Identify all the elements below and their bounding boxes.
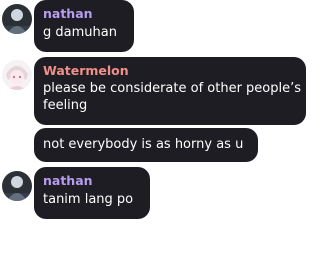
- user-avatar-watermelon[interactable]: [2, 60, 32, 90]
- message-text-line: feeling: [43, 98, 88, 113]
- message-bubble: not everybody is as horny as u: [34, 128, 258, 162]
- user-avatar-nathan[interactable]: [2, 171, 32, 201]
- message-bubble: Watermelon please be considerate of othe…: [34, 57, 306, 125]
- message-text: tanim lang po: [43, 192, 134, 207]
- message-text: g damuhan: [43, 25, 117, 40]
- author-name[interactable]: nathan: [43, 173, 141, 188]
- chat-log: nathan g damuhan Watermelon please be co…: [0, 0, 320, 268]
- message-text: not everybody is as horny as u: [43, 137, 244, 152]
- author-name[interactable]: nathan: [43, 6, 125, 21]
- author-name[interactable]: Watermelon: [43, 63, 297, 78]
- message-bubble: nathan g damuhan: [34, 0, 134, 52]
- watermelon-avatar-icon: [2, 60, 32, 90]
- message-bubble: nathan tanim lang po: [34, 167, 150, 219]
- nathan-avatar-icon: [2, 4, 32, 34]
- user-avatar-nathan[interactable]: [2, 4, 32, 34]
- nathan-avatar-icon: [2, 171, 32, 201]
- message-text-line: please be considerate of other people’s: [43, 81, 302, 96]
